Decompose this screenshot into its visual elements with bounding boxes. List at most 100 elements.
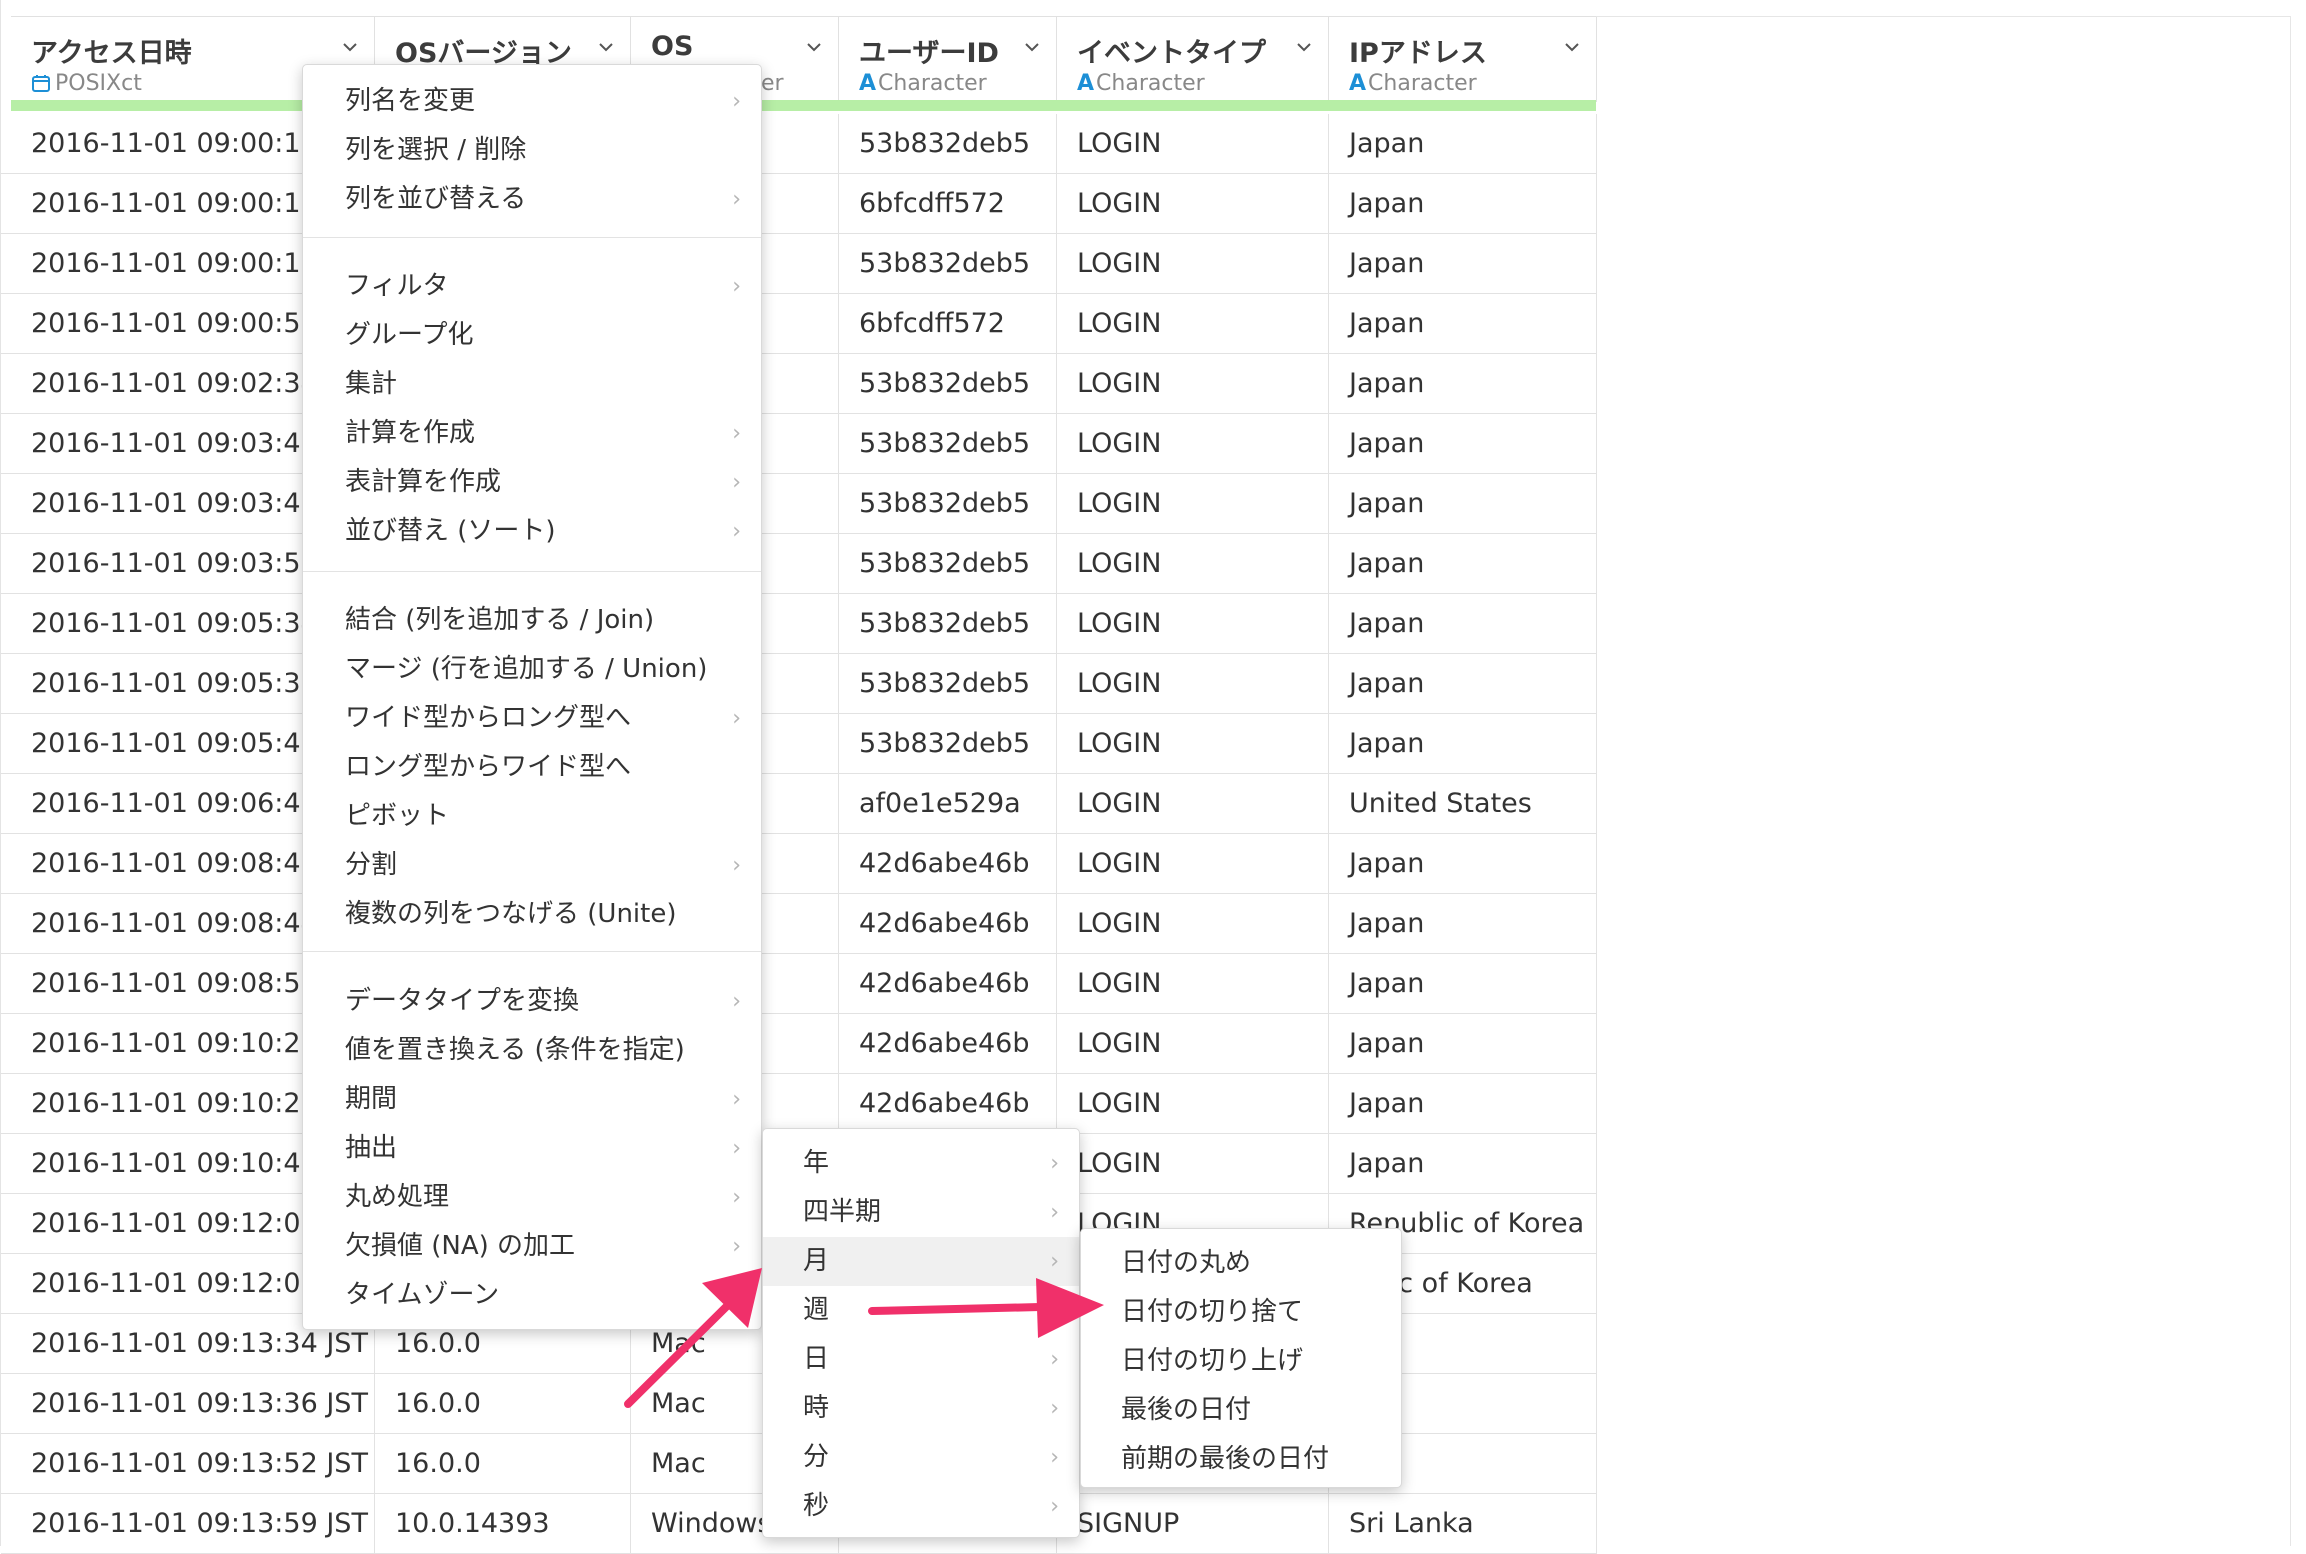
menu-item[interactable]: ロング型からワイド型へ: [303, 743, 761, 792]
chevron-down-icon[interactable]: [806, 39, 822, 55]
table-cell[interactable]: 42d6abe46b: [839, 894, 1057, 954]
table-cell[interactable]: LOGIN: [1057, 654, 1329, 714]
table-cell[interactable]: Japan: [1329, 474, 1597, 534]
table-cell[interactable]: LOGIN: [1057, 1134, 1329, 1194]
table-cell[interactable]: Japan: [1329, 174, 1597, 234]
table-cell[interactable]: 53b832deb5: [839, 354, 1057, 414]
table-cell[interactable]: 53b832deb5: [839, 114, 1057, 174]
table-cell[interactable]: 6bfcdff572: [839, 174, 1057, 234]
table-cell[interactable]: LOGIN: [1057, 534, 1329, 594]
table-cell[interactable]: Japan: [1329, 1014, 1597, 1074]
table-cell[interactable]: 6bfcdff572: [839, 294, 1057, 354]
table-cell[interactable]: LOGIN: [1057, 114, 1329, 174]
table-cell[interactable]: 42d6abe46b: [839, 1014, 1057, 1074]
menu-item[interactable]: 複数の列をつなげる (Unite): [303, 890, 761, 939]
rounding-item[interactable]: 前期の最後の日付: [1081, 1435, 1401, 1484]
menu-item[interactable]: マージ (行を追加する / Union): [303, 645, 761, 694]
menu-item[interactable]: 表計算を作成 ›: [303, 458, 761, 507]
menu-item[interactable]: 計算を作成 ›: [303, 409, 761, 458]
menu-item[interactable]: 並び替え (ソート) ›: [303, 507, 761, 556]
menu-item[interactable]: タイムゾーン: [303, 1271, 761, 1320]
table-cell[interactable]: LOGIN: [1057, 834, 1329, 894]
menu-item[interactable]: 期間 ›: [303, 1075, 761, 1124]
table-cell[interactable]: Japan: [1329, 954, 1597, 1014]
table-cell[interactable]: LOGIN: [1057, 294, 1329, 354]
table-cell[interactable]: 2016-11-01 09:13:36 JST: [11, 1374, 375, 1434]
menu-item[interactable]: データタイプを変換 ›: [303, 977, 761, 1026]
column-header-ip-address[interactable]: IPアドレス ACharacter: [1329, 16, 1597, 102]
chevron-down-icon[interactable]: [1024, 39, 1040, 55]
menu-item[interactable]: 値を置き換える (条件を指定): [303, 1026, 761, 1075]
table-cell[interactable]: 53b832deb5: [839, 534, 1057, 594]
menu-item[interactable]: 列を選択 / 削除: [303, 126, 761, 175]
menu-item[interactable]: 列名を変更 ›: [303, 77, 761, 126]
rounding-item[interactable]: 日付の丸め: [1081, 1239, 1401, 1288]
column-header-user-id[interactable]: ユーザーID ACharacter: [839, 16, 1057, 102]
rounding-item[interactable]: 日付の切り上げ: [1081, 1337, 1401, 1386]
menu-item[interactable]: フィルタ ›: [303, 262, 761, 311]
table-cell[interactable]: 42d6abe46b: [839, 954, 1057, 1014]
table-cell[interactable]: Sri Lanka: [1329, 1494, 1597, 1554]
table-cell[interactable]: Japan: [1329, 654, 1597, 714]
table-cell[interactable]: 16.0.0: [375, 1434, 631, 1494]
table-cell[interactable]: 53b832deb5: [839, 414, 1057, 474]
table-cell[interactable]: Japan: [1329, 714, 1597, 774]
table-cell[interactable]: Japan: [1329, 234, 1597, 294]
table-cell[interactable]: LOGIN: [1057, 1074, 1329, 1134]
table-cell[interactable]: Japan: [1329, 594, 1597, 654]
menu-item[interactable]: 列を並び替える ›: [303, 175, 761, 224]
table-cell[interactable]: LOGIN: [1057, 234, 1329, 294]
period-item[interactable]: 週 ›: [763, 1286, 1079, 1335]
table-cell[interactable]: 53b832deb5: [839, 714, 1057, 774]
rounding-item[interactable]: 最後の日付: [1081, 1386, 1401, 1435]
menu-item[interactable]: ピボット: [303, 792, 761, 841]
chevron-down-icon[interactable]: [1296, 39, 1312, 55]
table-cell[interactable]: 53b832deb5: [839, 594, 1057, 654]
table-cell[interactable]: 53b832deb5: [839, 234, 1057, 294]
table-cell[interactable]: 53b832deb5: [839, 474, 1057, 534]
period-item[interactable]: 年 ›: [763, 1139, 1079, 1188]
rounding-item[interactable]: 日付の切り捨て: [1081, 1288, 1401, 1337]
table-cell[interactable]: Japan: [1329, 1074, 1597, 1134]
menu-item[interactable]: 分割 ›: [303, 841, 761, 890]
table-cell[interactable]: SIGNUP: [1057, 1494, 1329, 1554]
table-cell[interactable]: Japan: [1329, 354, 1597, 414]
column-header-event-type[interactable]: イベントタイプ ACharacter: [1057, 16, 1329, 102]
table-cell[interactable]: Japan: [1329, 414, 1597, 474]
table-cell[interactable]: 42d6abe46b: [839, 1074, 1057, 1134]
menu-item[interactable]: ワイド型からロング型へ ›: [303, 694, 761, 743]
table-cell[interactable]: 53b832deb5: [839, 654, 1057, 714]
table-cell[interactable]: Japan: [1329, 894, 1597, 954]
period-item[interactable]: 月 ›: [763, 1237, 1079, 1286]
table-cell[interactable]: af0e1e529a: [839, 774, 1057, 834]
table-cell[interactable]: 2016-11-01 09:13:52 JST: [11, 1434, 375, 1494]
menu-item[interactable]: 丸め処理 ›: [303, 1173, 761, 1222]
table-cell[interactable]: Japan: [1329, 534, 1597, 594]
menu-item[interactable]: 欠損値 (NA) の加工 ›: [303, 1222, 761, 1271]
period-item[interactable]: 秒 ›: [763, 1482, 1079, 1531]
chevron-down-icon[interactable]: [342, 39, 358, 55]
table-cell[interactable]: 42d6abe46b: [839, 834, 1057, 894]
table-cell[interactable]: LOGIN: [1057, 1014, 1329, 1074]
table-cell[interactable]: LOGIN: [1057, 714, 1329, 774]
table-cell[interactable]: LOGIN: [1057, 414, 1329, 474]
table-cell[interactable]: Japan: [1329, 114, 1597, 174]
table-cell[interactable]: 10.0.14393: [375, 1494, 631, 1554]
menu-item[interactable]: 抽出 ›: [303, 1124, 761, 1173]
menu-item[interactable]: グループ化: [303, 311, 761, 360]
table-cell[interactable]: LOGIN: [1057, 774, 1329, 834]
table-cell[interactable]: Japan: [1329, 294, 1597, 354]
period-item[interactable]: 日 ›: [763, 1335, 1079, 1384]
table-cell[interactable]: 16.0.0: [375, 1374, 631, 1434]
menu-item[interactable]: 集計: [303, 360, 761, 409]
table-cell[interactable]: Japan: [1329, 1134, 1597, 1194]
table-cell[interactable]: 2016-11-01 09:13:59 JST: [11, 1494, 375, 1554]
chevron-down-icon[interactable]: [598, 39, 614, 55]
period-item[interactable]: 時 ›: [763, 1384, 1079, 1433]
menu-item[interactable]: 結合 (列を追加する / Join): [303, 596, 761, 645]
period-item[interactable]: 分 ›: [763, 1433, 1079, 1482]
chevron-down-icon[interactable]: [1564, 39, 1580, 55]
table-cell[interactable]: United States: [1329, 774, 1597, 834]
table-cell[interactable]: LOGIN: [1057, 474, 1329, 534]
table-cell[interactable]: LOGIN: [1057, 174, 1329, 234]
